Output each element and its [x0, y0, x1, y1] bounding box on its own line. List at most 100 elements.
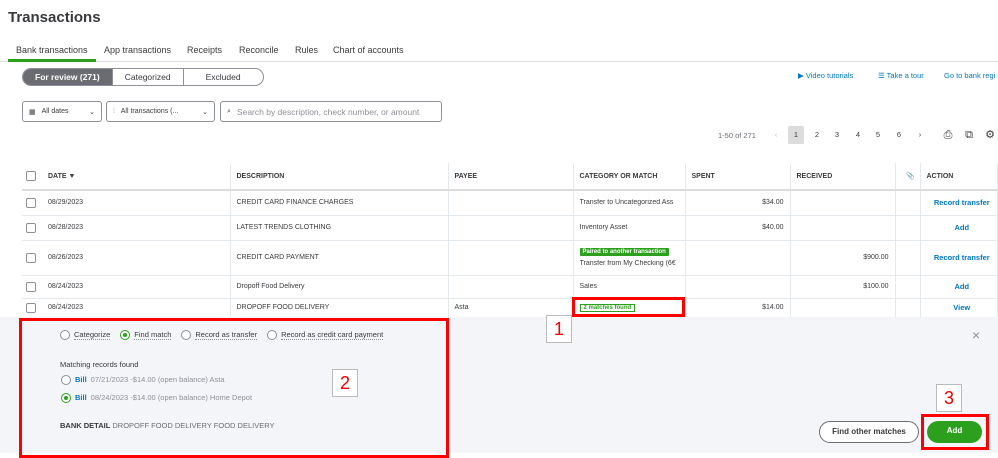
close-icon[interactable]: ×: [972, 327, 980, 343]
row-checkbox[interactable]: [26, 197, 36, 208]
transactions-filter[interactable]: ⫶ All transactions (... ⌄: [106, 101, 215, 122]
spent-cell: $34.00: [685, 190, 791, 216]
active-tab-indicator: [8, 59, 96, 62]
table-row[interactable]: 08/24/2023 DROPOFF FOOD DELIVERY Asta 2 …: [22, 298, 998, 318]
category-text[interactable]: Sales: [580, 283, 684, 290]
search-input[interactable]: ⌕ Search by description, check number, or…: [220, 101, 442, 122]
spent-cell: [685, 240, 791, 276]
page-title: Transactions: [8, 9, 101, 26]
category-cell: Inventory Asset: [573, 215, 686, 241]
transactions-filter-label: All transactions (...: [120, 108, 179, 115]
page-2[interactable]: 2: [809, 126, 825, 144]
description-cell: Dropoff Food Delivery: [230, 275, 449, 299]
video-tutorials-link[interactable]: ▶︎ Video tutorials: [798, 71, 853, 80]
col-description[interactable]: DESCRIPTION: [230, 163, 449, 191]
payee-cell[interactable]: [448, 215, 574, 241]
paired-badge: Paired to another transaction: [579, 248, 669, 256]
tab-for-review[interactable]: For review (271): [23, 69, 113, 85]
table-header: DATE ▼ DESCRIPTION PAYEE CATEGORY OR MAT…: [22, 163, 998, 191]
video-tutorials-label: Video tutorials: [805, 71, 854, 80]
date-cell: 08/24/2023: [42, 275, 231, 299]
tab-receipts[interactable]: Receipts: [187, 45, 222, 55]
category-text[interactable]: Inventory Asset: [580, 224, 684, 231]
tab-bank-transactions[interactable]: Bank transactions: [16, 45, 88, 55]
calendar-icon: ▦: [29, 108, 36, 116]
row-select-cell: [22, 215, 42, 241]
tab-rules[interactable]: Rules: [295, 45, 318, 55]
page-3[interactable]: 3: [829, 126, 845, 144]
table-row[interactable]: 08/28/2023 LATEST TRENDS CLOTHING Invent…: [22, 215, 998, 241]
table-row[interactable]: 08/29/2023 CREDIT CARD FINANCE CHARGES T…: [22, 190, 998, 216]
description-cell: LATEST TRENDS CLOTHING: [230, 215, 449, 241]
annotation-callout-1: 1: [546, 315, 572, 343]
select-all-checkbox[interactable]: [26, 171, 36, 181]
attachment-cell: [895, 190, 921, 216]
find-other-matches-button[interactable]: Find other matches: [819, 421, 919, 443]
page-4[interactable]: 4: [850, 126, 866, 144]
bank-register-link[interactable]: Go to bank regi: [944, 71, 995, 80]
print-icon[interactable]: ⎙: [940, 126, 956, 144]
table-row[interactable]: 08/26/2023 CREDIT CARD PAYMENT Paired to…: [22, 240, 998, 276]
search-placeholder: Search by description, check number, or …: [236, 106, 420, 117]
paperclip-icon: 📎: [895, 163, 921, 191]
page-5[interactable]: 5: [870, 126, 886, 144]
tab-app-transactions[interactable]: App transactions: [104, 45, 171, 55]
col-date[interactable]: DATE ▼: [42, 163, 231, 191]
received-cell: [790, 190, 896, 216]
row-action-button[interactable]: View: [920, 298, 998, 318]
col-payee[interactable]: PAYEE: [448, 163, 574, 191]
payee-cell[interactable]: [448, 275, 574, 299]
chevron-down-icon: ⌄: [89, 108, 95, 116]
row-action-button[interactable]: Add: [920, 215, 998, 241]
review-segmented-control: For review (271) Categorized Excluded: [22, 68, 264, 86]
tab-reconcile[interactable]: Reconcile: [239, 45, 279, 55]
row-checkbox[interactable]: [26, 252, 36, 263]
description-cell: CREDIT CARD PAYMENT: [230, 240, 449, 276]
table-row[interactable]: 08/24/2023 Dropoff Food Delivery Sales $…: [22, 275, 998, 299]
export-icon[interactable]: ⧉: [961, 126, 977, 144]
page-6[interactable]: 6: [891, 126, 907, 144]
tab-chart-of-accounts[interactable]: Chart of accounts: [333, 45, 404, 55]
attachment-cell: [895, 298, 921, 318]
row-checkbox[interactable]: [26, 302, 36, 313]
take-tour-link[interactable]: ☰ Take a tour: [878, 71, 924, 80]
date-cell: 08/26/2023: [42, 240, 231, 276]
annotation-box-3: [921, 414, 989, 450]
col-received[interactable]: RECEIVED: [790, 163, 896, 191]
row-action-button[interactable]: Record transfer: [920, 240, 998, 276]
annotation-box-1: [572, 297, 685, 317]
date-cell: 08/24/2023: [42, 298, 231, 318]
next-page-button[interactable]: ›: [912, 126, 928, 144]
row-action-button[interactable]: Record transfer: [920, 190, 998, 216]
description-cell: CREDIT CARD FINANCE CHARGES: [230, 190, 449, 216]
col-category[interactable]: CATEGORY OR MATCH: [573, 163, 686, 191]
take-tour-label: Take a tour: [886, 71, 924, 80]
col-spent[interactable]: SPENT: [685, 163, 791, 191]
category-cell: Transfer to Uncategorized Ass: [573, 190, 686, 216]
category-text[interactable]: Transfer to Uncategorized Ass: [580, 199, 684, 206]
attachment-cell: [895, 275, 921, 299]
search-icon: ⌕: [227, 107, 231, 115]
annotation-box-2: [19, 318, 449, 458]
annotation-callout-2: 2: [332, 369, 358, 397]
row-action-button[interactable]: Add: [920, 275, 998, 299]
tab-categorized[interactable]: Categorized: [113, 69, 184, 85]
date-filter[interactable]: ▦ All dates ⌄: [22, 101, 102, 122]
row-checkbox[interactable]: [26, 281, 36, 292]
row-checkbox[interactable]: [26, 222, 36, 233]
category-text[interactable]: Transfer from My Checking (6€: [580, 260, 684, 267]
play-icon: ▶︎: [798, 71, 806, 80]
select-all-cell: [22, 163, 42, 191]
payee-cell[interactable]: [448, 240, 574, 276]
received-cell: $900.00: [790, 240, 896, 276]
category-cell: Paired to another transaction Transfer fr…: [573, 240, 686, 276]
received-cell: $100.00: [790, 275, 896, 299]
payee-cell[interactable]: [448, 190, 574, 216]
gear-icon[interactable]: ⚙: [982, 126, 998, 144]
tab-excluded[interactable]: Excluded: [184, 69, 263, 85]
tour-icon: ☰: [878, 71, 887, 80]
page-1[interactable]: 1: [788, 126, 804, 144]
prev-page-button[interactable]: ‹: [768, 126, 784, 144]
filter-icon: ⫶: [113, 107, 115, 115]
category-cell: Sales: [573, 275, 686, 299]
